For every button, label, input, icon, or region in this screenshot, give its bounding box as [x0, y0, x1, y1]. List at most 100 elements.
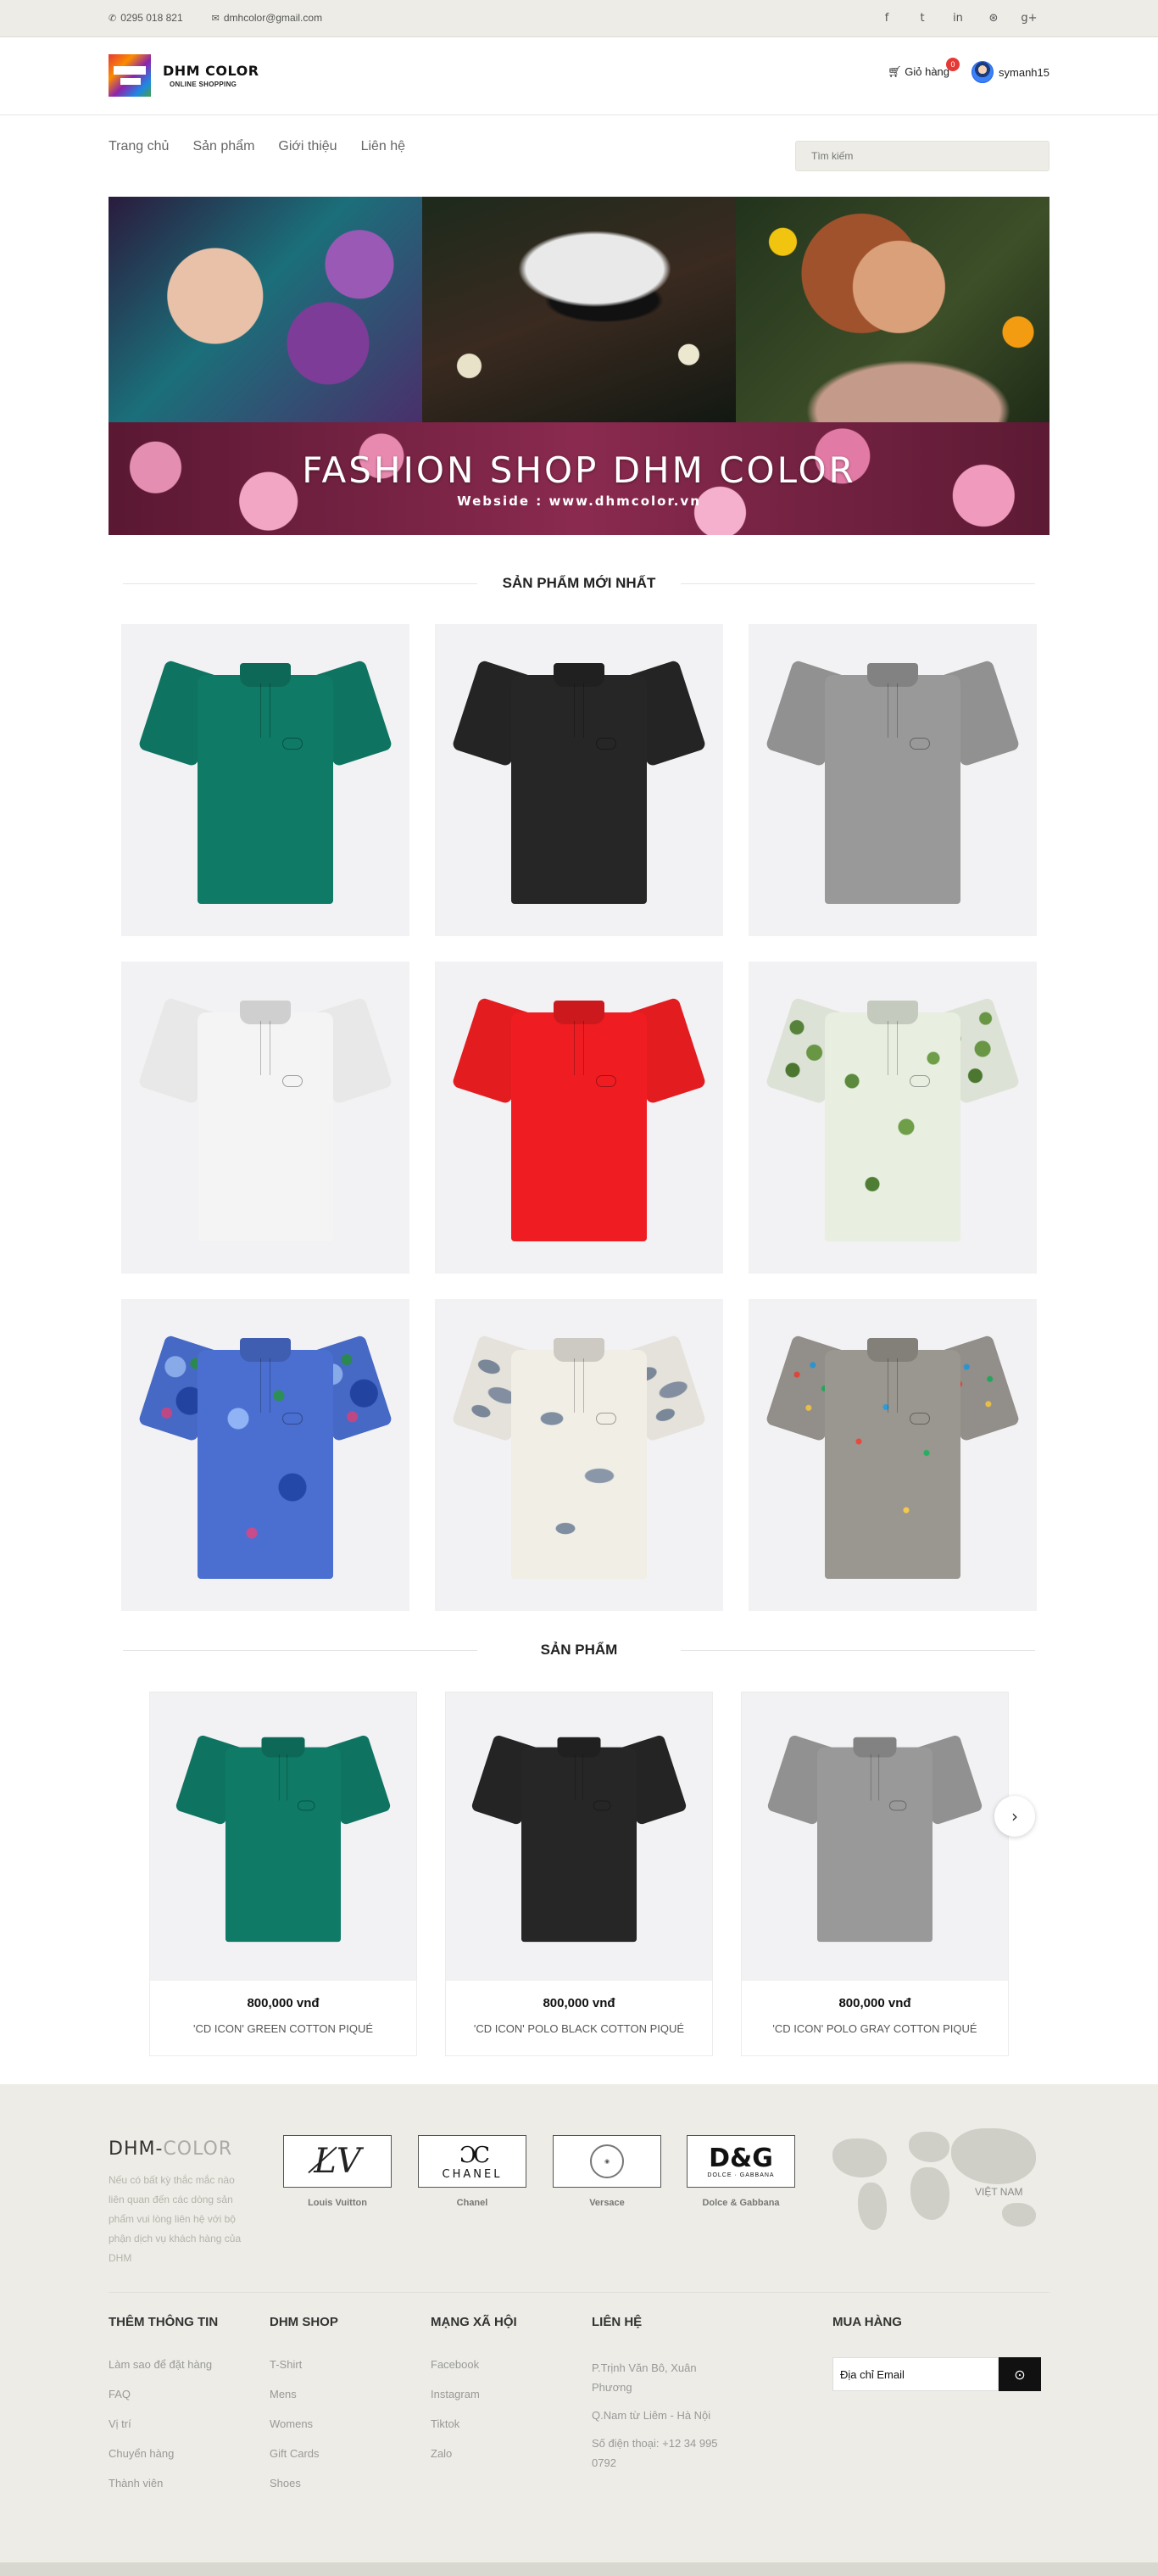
brand-chanel[interactable]: Ɔ C CHANEL Chanel [418, 2135, 526, 2208]
product-price: 800,000 vnđ [247, 1996, 320, 2010]
section-title-latest-text: SẢN PHẨM MỚI NHẤT [477, 575, 681, 592]
shirt-image [766, 1729, 983, 1945]
facebook-icon[interactable]: f [878, 9, 895, 26]
search-input[interactable] [795, 141, 1049, 171]
cd-logo-icon [282, 738, 303, 750]
dg-wordmark: DOLCE · GABBANA [707, 2172, 775, 2178]
footer-link-instagram[interactable]: Instagram [431, 2388, 517, 2400]
product-card[interactable] [435, 962, 723, 1274]
shirt-placket [574, 1754, 584, 1801]
user-menu[interactable]: symanh15 [971, 61, 1049, 83]
footer-link-gift-cards[interactable]: Gift Cards [270, 2447, 338, 2460]
map-australia [1002, 2203, 1036, 2227]
shirt-placket [888, 1021, 898, 1075]
linkedin-icon[interactable]: in [949, 9, 966, 26]
product-card[interactable] [749, 624, 1037, 936]
subscribe-button[interactable]: ⊙ [999, 2357, 1041, 2391]
email-field[interactable] [832, 2357, 999, 2391]
footer-col-title: DHM SHOP [270, 2315, 338, 2329]
cd-logo-icon [596, 1413, 616, 1425]
email[interactable]: ✉ dmhcolor@gmail.com [212, 12, 322, 24]
shirt-image [137, 1328, 393, 1582]
shirt-image [137, 653, 393, 907]
footer-link-faq[interactable]: FAQ [109, 2388, 218, 2400]
chanel-cc-mark: Ɔ C [459, 2142, 490, 2168]
footer-brand-muted: COLOR [163, 2138, 233, 2160]
product-name[interactable]: 'CD ICON' POLO GRAY COTTON PIQUÉ [742, 2022, 1008, 2035]
twitter-icon[interactable]: t [914, 9, 931, 26]
cart-icon: 🛒︎ [888, 65, 902, 78]
nav-item-home[interactable]: Trang chủ [109, 139, 169, 154]
hero-banner[interactable]: FASHION SHOP DHM COLOR Webside : www.dhm… [109, 197, 1049, 535]
brand-louis-vuitton[interactable]: L̸V Louis Vuitton [283, 2135, 392, 2208]
product-name[interactable]: 'CD ICON' GREEN COTTON PIQUÉ [150, 2022, 416, 2035]
cd-logo-icon [282, 1075, 303, 1087]
shirt-image [451, 1328, 707, 1582]
world-map: VIỆT NAM [832, 2118, 1049, 2245]
brand-versace[interactable]: ◉ Versace [553, 2135, 661, 2208]
username: symanh15 [999, 65, 1049, 79]
versace-logo: ◉ [553, 2135, 661, 2188]
product-card[interactable] [749, 1299, 1037, 1611]
nav-item-contact[interactable]: Liên hệ [361, 139, 406, 154]
product-card[interactable] [121, 962, 409, 1274]
footer-col-title: MUA HÀNG [832, 2315, 902, 2329]
footer-link-tiktok[interactable]: Tiktok [431, 2417, 517, 2430]
product-card[interactable] [435, 624, 723, 936]
cd-logo-icon [596, 738, 616, 750]
footer-link-womens[interactable]: Womens [270, 2417, 338, 2430]
footer-link-shoes[interactable]: Shoes [270, 2477, 338, 2490]
product-name[interactable]: 'CD ICON' POLO BLACK COTTON PIQUÉ [446, 2022, 712, 2035]
brand-logo[interactable]: DHM COLOR ONLINE SHOPPING [109, 54, 259, 97]
footer-link-zalo[interactable]: Zalo [431, 2447, 517, 2460]
footer-link-tshirt[interactable]: T-Shirt [270, 2358, 338, 2371]
carousel-product-card[interactable]: 800,000 vnđ 'CD ICON' POLO BLACK COTTON P… [445, 1692, 713, 2056]
chevron-right-icon: › [1011, 1806, 1018, 1826]
carousel-product-card[interactable]: 800,000 vnđ 'CD ICON' POLO GRAY COTTON PI… [741, 1692, 1009, 2056]
product-price: 800,000 vnđ [543, 1996, 615, 2010]
dribbble-icon[interactable]: ⊛ [985, 9, 1002, 26]
banner-photo-sneaker [422, 197, 736, 422]
dolce-gabbana-logo: D&G DOLCE · GABBANA [687, 2135, 795, 2188]
cd-logo-icon [282, 1413, 303, 1425]
arrow-circle-icon: ⊙ [1014, 2366, 1026, 2383]
brand-dolce-gabbana[interactable]: D&G DOLCE · GABBANA Dolce & Gabbana [687, 2135, 795, 2208]
shirt-placket [574, 1021, 584, 1075]
nav-item-about[interactable]: Giới thiệu [278, 139, 337, 154]
footer-link-facebook[interactable]: Facebook [431, 2358, 517, 2371]
footer-link-shipping[interactable]: Chuyển hàng [109, 2447, 218, 2460]
banner-title: FASHION SHOP DHM COLOR [302, 449, 856, 491]
product-card[interactable] [435, 1299, 723, 1611]
carousel-product-card[interactable]: 800,000 vnđ 'CD ICON' GREEN COTTON PIQUÉ [149, 1692, 417, 2056]
product-card[interactable] [121, 624, 409, 936]
contact-info: ✆ 0295 018 821 ✉ dmhcolor@gmail.com [109, 12, 322, 24]
carousel-next-button[interactable]: › [994, 1796, 1035, 1837]
footer-col-contact: LIÊN HỆ P.Trịnh Văn Bô, Xuân Phương Q.Na… [592, 2315, 719, 2481]
nav-item-products[interactable]: Sản phẩm [192, 139, 254, 154]
map-north-america [832, 2138, 887, 2177]
phone[interactable]: ✆ 0295 018 821 [109, 12, 183, 24]
cd-logo-icon [298, 1800, 315, 1811]
brand-caption: Chanel [456, 2198, 488, 2208]
google-plus-icon[interactable]: g+ [1021, 9, 1038, 26]
footer-link-members[interactable]: Thành viên [109, 2477, 218, 2490]
product-card[interactable] [749, 962, 1037, 1274]
footer-link-how-to-order[interactable]: Làm sao để đặt hàng [109, 2358, 218, 2371]
footer-link-location[interactable]: Vị trí [109, 2417, 218, 2430]
cd-logo-icon [889, 1800, 907, 1811]
cd-logo-icon [910, 738, 930, 750]
brand-caption: Louis Vuitton [308, 2198, 367, 2208]
map-asia [951, 2128, 1036, 2184]
cart-link[interactable]: 🛒︎ Giỏ hàng 0 [888, 58, 960, 79]
shirt-image [137, 990, 393, 1245]
social-links: f t in ⊛ g+ [878, 9, 1038, 26]
footer-col-title: LIÊN HỆ [592, 2315, 643, 2329]
footer-brand: DHM-COLOR [109, 2138, 232, 2160]
chanel-wordmark: CHANEL [442, 2167, 503, 2181]
map-label-vietnam: VIỆT NAM [975, 2186, 1023, 2198]
footer-link-mens[interactable]: Mens [270, 2388, 338, 2400]
chanel-logo: Ɔ C CHANEL [418, 2135, 526, 2188]
main-nav: Trang chủ Sản phẩm Giới thiệu Liên hệ [0, 115, 1158, 197]
cd-logo-icon [910, 1413, 930, 1425]
product-card[interactable] [121, 1299, 409, 1611]
